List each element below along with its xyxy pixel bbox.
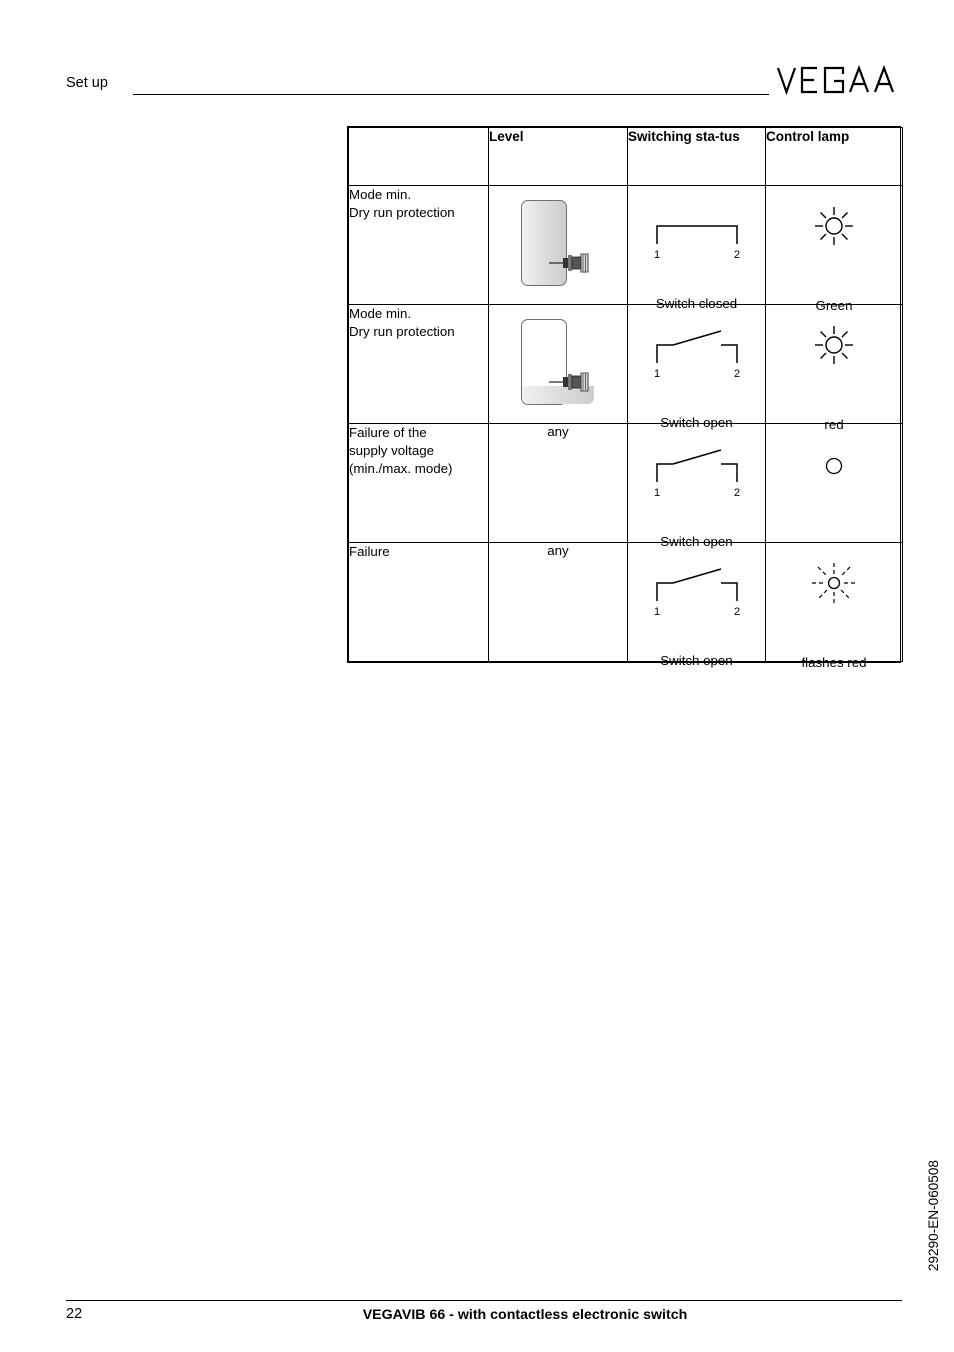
cell-mode: Mode min. Dry run protection: [348, 185, 489, 305]
lamp-caption: Green: [815, 298, 853, 313]
lamp-on-icon: [804, 204, 864, 256]
mode-line-1: Failure: [349, 544, 390, 559]
cell-switching-status: 1 2 Switch open: [627, 304, 766, 430]
mode-line-2: Dry run protection: [349, 324, 455, 339]
lamp-on-icon: [804, 323, 864, 375]
svg-text:2: 2: [733, 487, 739, 498]
cell-level: any: [488, 423, 628, 543]
mode-line-2: supply voltage: [349, 443, 435, 458]
svg-text:2: 2: [733, 249, 739, 260]
cell-level: [488, 304, 628, 424]
table-row: Failure any 1 2 Switch open flashes red: [348, 542, 903, 670]
cell-control-lamp: Green: [765, 185, 903, 313]
footer-divider: [66, 1300, 902, 1301]
table-row: Mode min. Dry run protection 1 2 Switch …: [348, 185, 903, 313]
header-title: Set up: [66, 75, 108, 91]
svg-text:1: 1: [653, 368, 659, 379]
header-divider: [133, 94, 769, 95]
mode-line-2: Dry run protection: [349, 205, 455, 220]
vega-logo: [775, 64, 900, 98]
svg-text:1: 1: [653, 249, 659, 260]
table-row: Mode min. Dry run protection 1 2 Switch …: [348, 304, 903, 432]
lamp-caption: flashes red: [801, 655, 867, 670]
lamp-flashing-icon: [804, 561, 864, 613]
footer-document-title: VEGAVIB 66 - with contactless electronic…: [362, 1307, 688, 1323]
cell-switching-status: 1 2 Switch open: [627, 423, 766, 549]
switch-open-symbol: 1 2: [651, 440, 743, 498]
probe-icon: [549, 371, 593, 393]
header-level: Level: [488, 127, 628, 186]
cell-mode: Mode min. Dry run protection: [348, 304, 489, 424]
cell-switching-status: 1 2 Switch closed: [627, 185, 766, 311]
mode-line-1: Failure of the: [349, 425, 427, 440]
lamp-caption: red: [824, 417, 844, 432]
page-header: Set up: [0, 0, 954, 110]
cell-control-lamp: [765, 423, 903, 543]
cell-level: [488, 185, 628, 305]
switch-open-symbol: 1 2: [651, 559, 743, 617]
cell-mode: Failure of the supply voltage (min./max.…: [348, 423, 489, 543]
switch-closed-symbol: 1 2: [651, 202, 743, 260]
cell-mode: Failure: [348, 542, 489, 662]
svg-text:1: 1: [653, 487, 659, 498]
table-row: Failure of the supply voltage (min./max.…: [348, 423, 903, 549]
mode-line-1: Mode min.: [349, 306, 412, 321]
vessel-full-graphic: [489, 186, 627, 286]
lamp-off-icon: [804, 450, 864, 502]
switch-caption: Switch closed: [655, 296, 738, 311]
cell-switching-status: 1 2 Switch open: [627, 542, 766, 668]
cell-control-lamp: red: [765, 304, 903, 432]
vessel-low-graphic: [489, 305, 627, 405]
document-number: 29290-EN-060508: [926, 1160, 941, 1272]
header-blank: [348, 127, 489, 186]
mode-line-1: Mode min.: [349, 187, 412, 202]
header-control-lamp: Control lamp: [765, 127, 903, 186]
mode-line-3: (min./max. mode): [349, 461, 453, 476]
switch-caption: Switch open: [660, 534, 733, 549]
table-header-row: Level Switching sta-tus Control lamp: [348, 127, 903, 186]
switch-caption: Switch open: [660, 415, 733, 430]
header-switching-status: Switching sta-tus: [627, 127, 766, 186]
svg-text:2: 2: [733, 606, 739, 617]
cell-level: any: [488, 542, 628, 662]
svg-text:2: 2: [733, 368, 739, 379]
probe-icon: [549, 252, 593, 274]
svg-text:1: 1: [653, 606, 659, 617]
switch-open-symbol: 1 2: [651, 321, 743, 379]
status-table: Level Switching sta-tus Control lamp Mod…: [347, 126, 903, 670]
switch-caption: Switch open: [660, 653, 733, 668]
cell-control-lamp: flashes red: [765, 542, 903, 670]
